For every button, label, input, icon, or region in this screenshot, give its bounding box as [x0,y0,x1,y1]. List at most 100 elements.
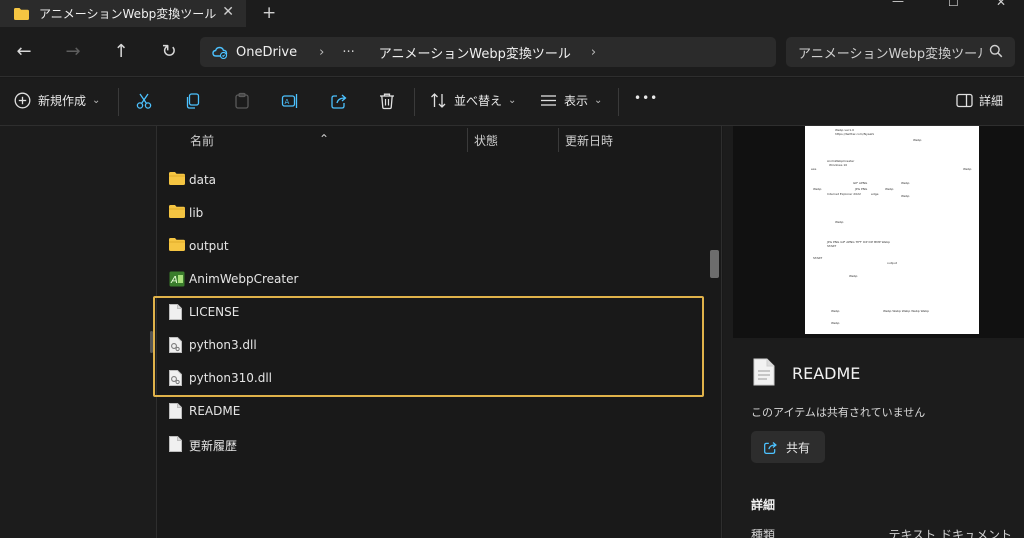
address-toolbar: ← → ↑ ↻ OneDrive › ··· アニメーションWebp変換ツール … [0,27,1024,77]
details-section-title: 詳細 [751,498,776,512]
doc-icon-wrap [169,304,182,323]
navigation-pane[interactable] [0,126,157,538]
details-kind-label: 種類 [751,528,776,538]
column-header: ⌃ 名前 状態 更新日時 [158,126,722,152]
selected-file-title: README [792,364,861,383]
details-pane-button[interactable]: 詳細 [956,92,1003,109]
file-name: data [189,173,217,187]
divider [118,88,119,116]
folder-icon-wrap [169,205,185,221]
file-name: output [189,239,229,253]
minimize-button[interactable]: — [892,0,904,8]
breadcrumb-separator[interactable]: › [319,45,324,60]
search-box[interactable]: アニメーションWebp変換ツールの検索 [786,37,1015,67]
file-row-folder[interactable]: data [158,164,706,197]
file-name: README [189,404,241,418]
file-row-dll[interactable]: python3.dll [158,329,706,362]
chevron-down-icon: ⌄ [594,95,603,106]
new-button[interactable]: 新規作成 ⌄ [14,92,100,109]
rename-icon[interactable]: A [281,92,299,110]
doc-icon-wrap [169,403,182,422]
title-bar: アニメーションWebp変換ツール ✕ + — ☐ ✕ [0,0,1024,27]
details-label: 詳細 [979,94,1004,108]
chevron-down-icon: ⌄ [92,95,101,106]
document-icon [169,403,182,419]
column-divider[interactable] [558,128,559,152]
new-tab-button[interactable]: + [262,3,276,23]
column-modified[interactable]: 更新日時 [565,132,613,149]
divider [414,88,415,116]
folder-icon [169,172,185,185]
search-input[interactable]: アニメーションWebp変換ツールの検索 [798,43,984,62]
file-name: python3.dll [189,338,257,352]
document-icon [753,358,775,386]
share-icon[interactable] [330,92,348,110]
document-preview-thumbnail: Webp ver1.0 https://twitter.com/Nyaahi W… [805,126,979,334]
breadcrumb-onedrive[interactable]: OneDrive [236,45,297,60]
maximize-button[interactable]: ☐ [948,0,959,9]
details-pane: Webp ver1.0 https://twitter.com/Nyaahi W… [723,126,1024,538]
plus-circle-icon [14,92,31,109]
folder-icon [169,238,185,251]
tab-close-icon[interactable]: ✕ [222,4,234,20]
view-button[interactable]: 表示 ⌄ [540,92,602,109]
up-button[interactable]: ↑ [109,40,133,64]
delete-icon[interactable] [378,92,396,110]
file-row-doc[interactable]: README [158,395,706,428]
view-label: 表示 [564,94,589,108]
refresh-button[interactable]: ↻ [157,40,181,64]
file-row-folder[interactable]: output [158,230,706,263]
breadcrumb-separator-end[interactable]: › [591,45,596,60]
preview-area: Webp ver1.0 https://twitter.com/Nyaahi W… [733,126,1024,338]
cut-icon[interactable] [135,92,153,110]
file-row-doc[interactable]: LICENSE [158,296,706,329]
forward-button[interactable]: → [61,40,85,64]
file-name: 更新履歴 [189,439,238,453]
svg-text:A: A [170,275,178,286]
breadcrumb-overflow[interactable]: ··· [342,45,354,60]
folder-icon [14,7,29,20]
share-button-label: 共有 [786,440,811,455]
chevron-down-icon: ⌄ [508,95,517,106]
svg-text:A: A [285,98,290,106]
folder-icon [169,205,185,218]
column-divider[interactable] [467,128,468,152]
share-icon [764,441,777,454]
navigation-scrollbar[interactable] [150,331,153,353]
share-button[interactable]: 共有 [751,431,825,463]
divider [618,88,619,116]
app-icon-wrap: A [169,271,185,290]
doc-icon-wrap [169,436,182,455]
search-icon[interactable] [989,44,1003,58]
sort-caret-icon: ⌃ [319,132,330,146]
folder-icon-wrap [169,238,185,254]
details-pane-icon [956,93,973,108]
file-list: ⌃ 名前 状態 更新日時 data lib output A AnimWebpCreat… [158,126,722,538]
file-row-folder[interactable]: lib [158,197,706,230]
dll-file-icon [169,370,182,386]
tab-title: アニメーションWebp変換ツール [39,7,217,21]
sort-label: 並べ替え [454,94,503,108]
command-bar: 新規作成 ⌄ A 並べ替え ⌄ 表示 ⌄ ••• 詳細 [0,78,1024,126]
address-bar[interactable]: OneDrive › ··· アニメーションWebp変換ツール › [200,37,776,67]
back-button[interactable]: ← [12,40,36,64]
column-status[interactable]: 状態 [474,132,498,149]
folder-icon-wrap [169,172,185,188]
column-name[interactable]: 名前 [190,132,214,149]
dll-icon-wrap [169,337,182,356]
explorer-tab[interactable]: アニメーションWebp変換ツール ✕ [0,0,246,27]
share-status-text: このアイテムは共有されていません [751,406,926,419]
file-list-scrollbar[interactable] [710,250,719,278]
more-options-button[interactable]: ••• [634,91,658,105]
copy-icon[interactable] [184,92,202,110]
file-name: python310.dll [189,371,272,385]
sort-button[interactable]: 並べ替え ⌄ [430,92,516,109]
file-name: LICENSE [189,305,240,319]
paste-icon[interactable] [233,92,251,110]
file-row-dll[interactable]: python310.dll [158,362,706,395]
file-row-app[interactable]: A AnimWebpCreater [158,263,706,296]
close-window-button[interactable]: ✕ [996,0,1006,9]
view-list-icon [541,95,556,106]
file-row-doc[interactable]: 更新履歴 [158,428,706,461]
breadcrumb-folder[interactable]: アニメーションWebp変換ツール [379,43,571,62]
